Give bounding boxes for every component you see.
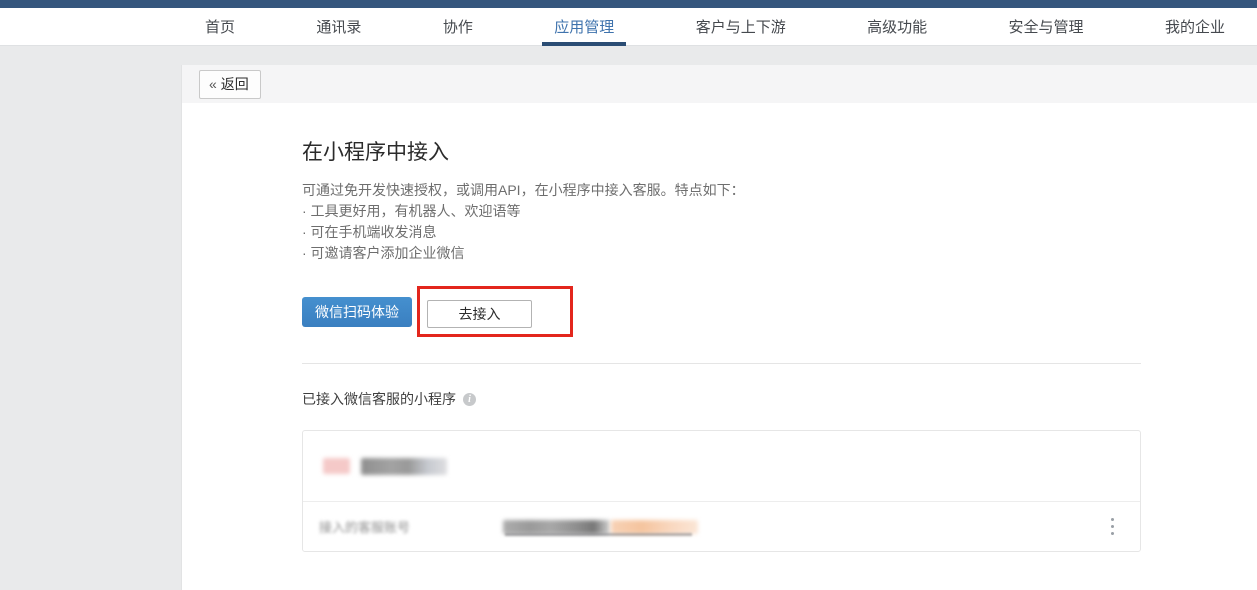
wechat-scan-try-button[interactable]: 微信扫码体验 <box>302 297 412 327</box>
nav-tab-customers[interactable]: 客户与上下游 <box>696 8 786 45</box>
redacted-miniprogram-name <box>361 458 447 475</box>
miniprogram-header-row <box>303 431 1140 501</box>
nav-tab-collaboration[interactable]: 协作 <box>443 8 473 45</box>
back-toolbar: «返回 <box>182 65 1257 103</box>
connected-section-title: 已接入微信客服的小程序 <box>302 389 456 409</box>
back-button-label: 返回 <box>221 74 249 94</box>
nav-tab-my-company[interactable]: 我的企业 <box>1165 8 1225 45</box>
connected-section-header: 已接入微信客服的小程序 i <box>302 389 1141 409</box>
feature-bullet: · 可在手机端收发消息 <box>302 222 1141 243</box>
main-nav: 首页 通讯录 协作 应用管理 客户与上下游 高级功能 安全与管理 我的企业 <box>0 8 1257 46</box>
back-button[interactable]: «返回 <box>199 70 261 99</box>
nav-tab-contacts[interactable]: 通讯录 <box>316 8 361 45</box>
miniprogram-card: 接入的客服账号 <box>302 430 1141 552</box>
info-icon[interactable]: i <box>463 393 476 406</box>
intro-text: 可通过免开发快速授权，或调用API，在小程序中接入客服。特点如下： <box>302 180 1141 201</box>
page-content: 在小程序中接入 可通过免开发快速授权，或调用API，在小程序中接入客服。特点如下… <box>182 103 1141 552</box>
feature-bullet: · 可邀请客户添加企业微信 <box>302 243 1141 264</box>
redacted-miniprogram-icon <box>323 458 350 474</box>
service-account-label: 接入的客服账号 <box>319 517 410 536</box>
page-title: 在小程序中接入 <box>302 136 1141 166</box>
redacted-account-detail <box>611 520 698 534</box>
nav-tab-security[interactable]: 安全与管理 <box>1009 8 1084 45</box>
action-buttons-row: 微信扫码体验 去接入 <box>302 286 1141 337</box>
go-connect-button[interactable]: 去接入 <box>427 300 532 328</box>
service-account-row: 接入的客服账号 <box>303 502 1140 551</box>
section-divider <box>302 363 1141 364</box>
nav-tab-advanced[interactable]: 高级功能 <box>867 8 927 45</box>
red-highlight-annotation: 去接入 <box>417 286 573 337</box>
back-chevron-icon: « <box>209 76 217 92</box>
content-panel: «返回 在小程序中接入 可通过免开发快速授权，或调用API，在小程序中接入客服。… <box>181 65 1257 590</box>
nav-tab-home[interactable]: 首页 <box>205 8 235 45</box>
nav-tab-app-management[interactable]: 应用管理 <box>554 8 614 45</box>
feature-bullet: · 工具更好用，有机器人、欢迎语等 <box>302 201 1141 222</box>
main-nav-items: 首页 通讯录 协作 应用管理 客户与上下游 高级功能 安全与管理 我的企业 <box>205 8 1225 45</box>
redacted-account-info <box>503 520 698 534</box>
more-options-kebab-icon[interactable] <box>1107 514 1118 539</box>
workspace-background: «返回 在小程序中接入 可通过免开发快速授权，或调用API，在小程序中接入客服。… <box>0 46 1257 590</box>
top-navy-bar <box>0 0 1257 8</box>
redacted-account-name <box>503 520 610 534</box>
